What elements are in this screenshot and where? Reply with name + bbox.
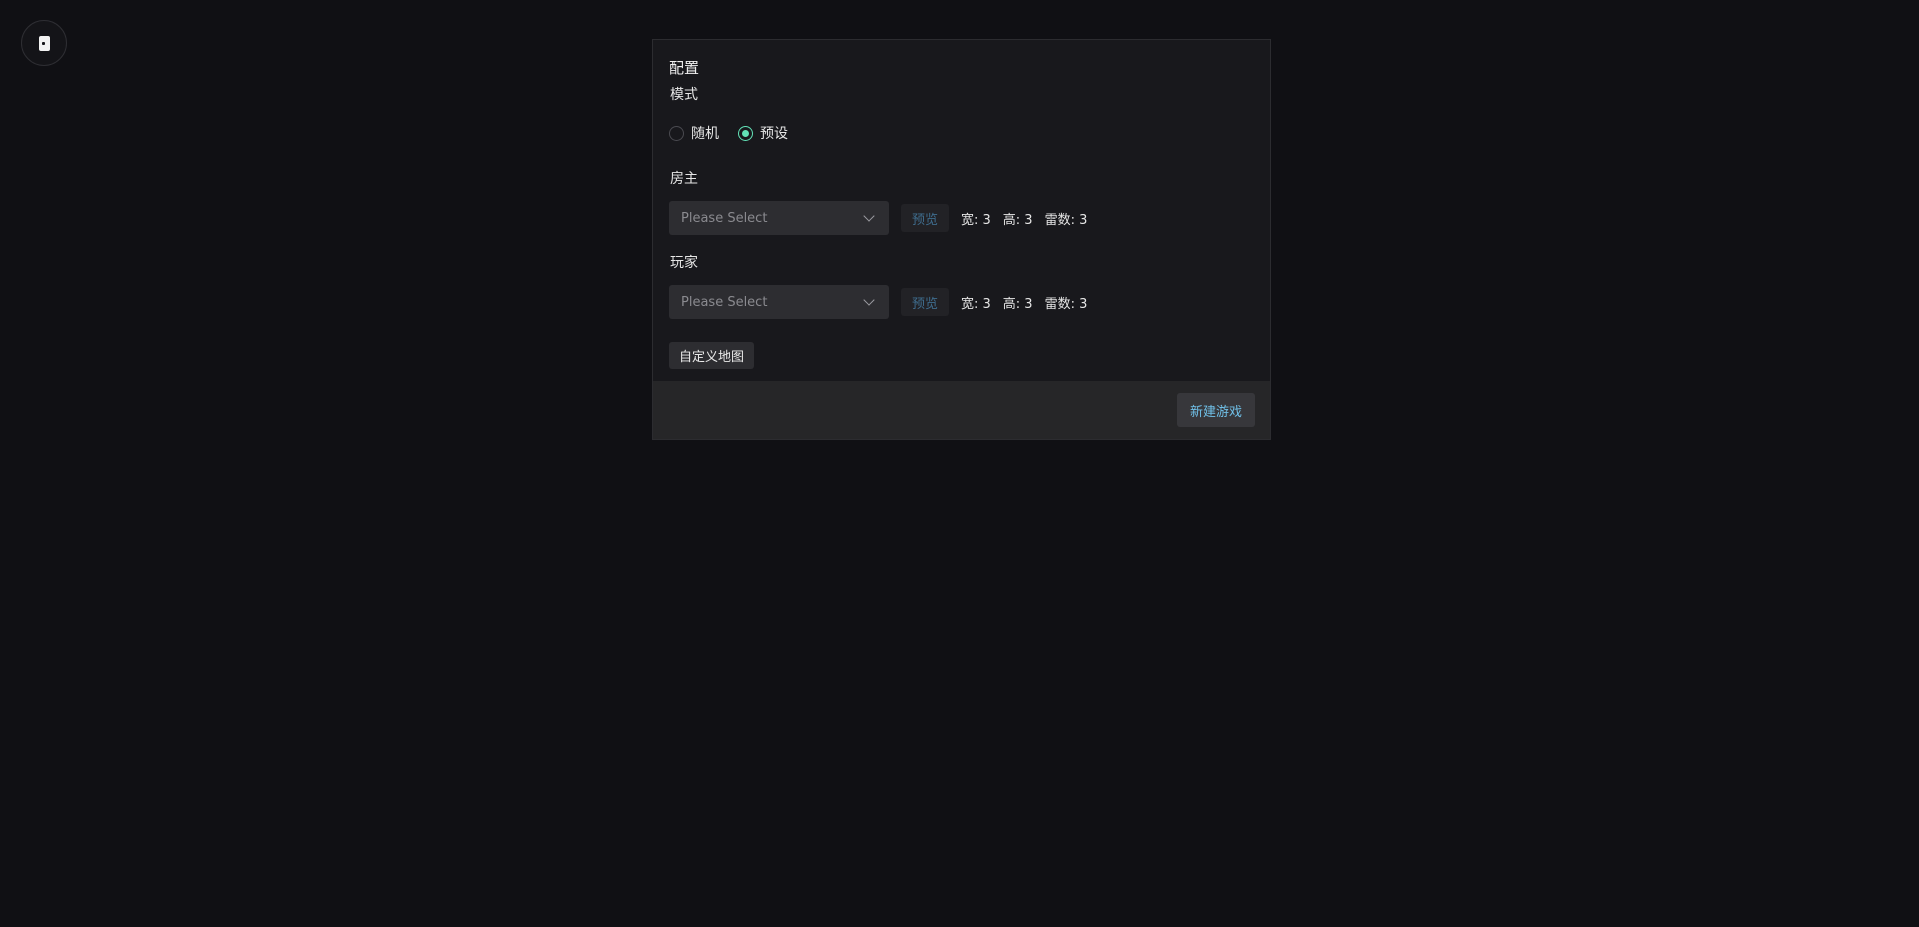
radio-random-indicator [669, 125, 684, 141]
player-width: 宽: 3 [961, 296, 991, 312]
config-card: 配置 模式 随机 预设 房主 Please Select 预览 宽: 3 高: … [652, 39, 1271, 440]
host-label: 房主 [670, 171, 698, 187]
host-width: 宽: 3 [961, 212, 991, 228]
custom-map-button[interactable]: 自定义地图 [669, 342, 755, 369]
card-footer: 新建游戏 [653, 381, 1270, 439]
player-row: Please Select 预览 宽: 3 高: 3 雷数: 3 [669, 285, 1087, 319]
player-preview-button[interactable]: 预览 [901, 288, 949, 316]
host-preview-button[interactable]: 预览 [901, 204, 949, 232]
radio-preset[interactable]: 预设 [738, 123, 788, 143]
mode-radio-group: 随机 预设 [669, 123, 807, 143]
mode-label: 模式 [670, 87, 698, 103]
host-row: Please Select 预览 宽: 3 高: 3 雷数: 3 [669, 201, 1087, 235]
player-label: 玩家 [670, 255, 698, 271]
radio-random-label: 随机 [691, 126, 719, 142]
chevron-down-icon [863, 294, 875, 306]
radio-preset-indicator [738, 125, 753, 141]
player-select-placeholder: Please Select [681, 294, 768, 310]
host-mines: 雷数: 3 [1044, 212, 1088, 228]
card-icon [38, 35, 50, 51]
chevron-down-icon [863, 210, 875, 222]
card-title: 配置 [669, 59, 700, 77]
radio-random[interactable]: 随机 [669, 123, 719, 143]
player-height: 高: 3 [1002, 296, 1033, 312]
host-select[interactable]: Please Select [669, 201, 889, 235]
new-game-button[interactable]: 新建游戏 [1176, 393, 1255, 427]
host-select-placeholder: Please Select [681, 210, 768, 226]
host-height: 高: 3 [1002, 212, 1033, 228]
top-left-button[interactable] [21, 20, 67, 66]
player-mines: 雷数: 3 [1044, 296, 1088, 312]
player-select[interactable]: Please Select [669, 285, 889, 319]
radio-preset-label: 预设 [760, 126, 788, 142]
